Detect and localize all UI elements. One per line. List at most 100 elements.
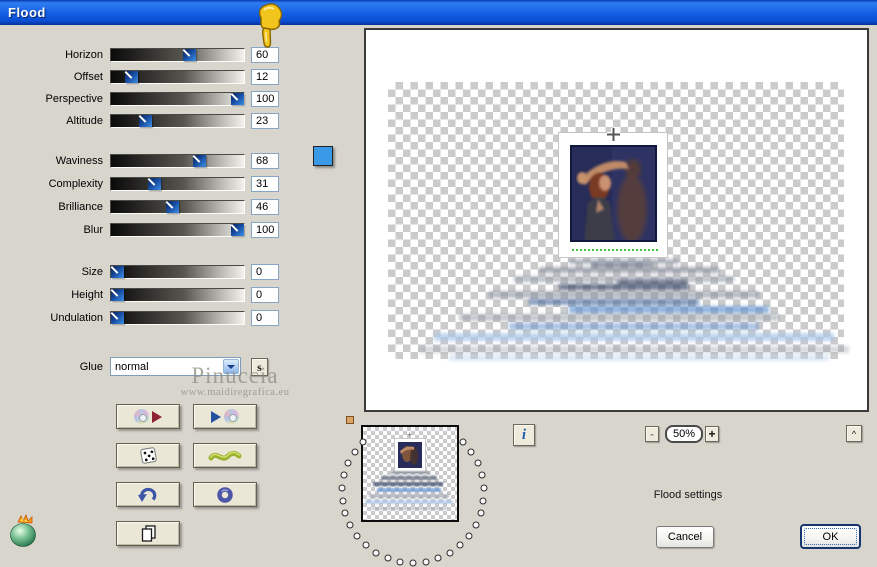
dial-dot[interactable] <box>479 497 487 505</box>
dial-dot[interactable] <box>456 541 464 549</box>
glue-label: Glue <box>79 360 103 373</box>
dial-dot[interactable] <box>446 549 454 557</box>
slider-thumb[interactable] <box>183 49 196 61</box>
slider-thumb[interactable] <box>111 288 124 301</box>
slider-value-input[interactable]: 100 <box>251 221 279 238</box>
dial-dot[interactable] <box>338 484 346 492</box>
title-bar[interactable]: Flood <box>0 0 877 25</box>
dial-dot[interactable] <box>480 484 488 492</box>
glue-dropdown[interactable]: normal <box>110 357 241 376</box>
slider-track-altitude[interactable] <box>110 114 245 128</box>
dial-dot[interactable] <box>422 558 430 566</box>
slider-row: Offset 12 <box>0 66 292 88</box>
zoom-level[interactable]: 50% <box>665 425 703 443</box>
slider-track-blur[interactable] <box>110 222 245 237</box>
window-title: Flood <box>8 5 46 20</box>
slider-row: Size 0 <box>0 260 292 283</box>
slider-thumb[interactable] <box>148 177 162 190</box>
slider-row: Complexity 31 <box>0 172 292 195</box>
slider-thumb[interactable] <box>138 115 152 127</box>
randomize-button[interactable] <box>116 443 180 468</box>
slider-track-perspective[interactable] <box>110 92 245 106</box>
slider-thumb[interactable] <box>166 200 180 213</box>
collapse-button[interactable]: ^ <box>846 425 862 442</box>
slider-label: Blur <box>83 223 103 236</box>
slider-track-undulation[interactable] <box>110 310 245 325</box>
dial-dot[interactable] <box>359 438 367 446</box>
dial-dot[interactable] <box>467 448 475 456</box>
dial-dot[interactable] <box>346 521 354 529</box>
dial-dot[interactable] <box>351 448 359 456</box>
crosshair-icon[interactable] <box>606 127 621 142</box>
dial-dot[interactable] <box>434 554 442 562</box>
slider-label: Offset <box>73 71 103 83</box>
wave-button[interactable] <box>193 443 257 468</box>
load-preset-button[interactable] <box>116 404 180 429</box>
glue-dropdown-value: normal <box>115 360 149 373</box>
slider-value-input[interactable]: 12 <box>251 69 279 85</box>
slider-thumb[interactable] <box>231 93 244 105</box>
water-reflection <box>419 259 849 361</box>
slider-track-brilliance[interactable] <box>110 199 245 214</box>
slider-row: Undulation 0 <box>0 306 292 329</box>
preview-canvas[interactable] <box>364 28 869 412</box>
dial-dot[interactable] <box>477 509 485 517</box>
slider-track-horizon[interactable] <box>110 48 245 62</box>
dial-dot[interactable] <box>339 497 347 505</box>
slider-label: Waviness <box>55 154 103 167</box>
undo-button[interactable] <box>116 482 180 507</box>
slider-value-input[interactable]: 0 <box>251 309 279 326</box>
dial-dot[interactable] <box>341 509 349 517</box>
dial-dot[interactable] <box>344 459 352 467</box>
water-color-swatch[interactable] <box>313 146 333 166</box>
dial-dot[interactable] <box>396 558 404 566</box>
dial-dot[interactable] <box>478 471 486 479</box>
ring-button[interactable] <box>193 482 257 507</box>
slider-row: Waviness 68 <box>0 149 292 172</box>
chevron-down-icon[interactable] <box>223 359 239 374</box>
slider-track-complexity[interactable] <box>110 176 245 191</box>
slider-value-input[interactable]: 100 <box>251 91 279 107</box>
slider-row: Perspective 100 <box>0 88 292 110</box>
dial-dot[interactable] <box>409 559 417 567</box>
slider-track-height[interactable] <box>110 287 245 302</box>
slider-value-input[interactable]: 31 <box>251 175 279 192</box>
slider-value-input[interactable]: 0 <box>251 286 279 303</box>
slider-thumb[interactable] <box>231 223 244 236</box>
dial-dot[interactable] <box>465 532 473 540</box>
slider-thumb[interactable] <box>125 71 139 83</box>
zoom-out-button[interactable]: - <box>645 426 659 442</box>
slider-track-waviness[interactable] <box>110 153 245 168</box>
dial-dot[interactable] <box>459 438 467 446</box>
slider-row: Horizon 60 <box>0 44 292 66</box>
copy-settings-button[interactable] <box>116 521 180 546</box>
dial-dot[interactable] <box>474 459 482 467</box>
ok-button[interactable]: OK <box>800 524 861 549</box>
info-button[interactable]: i <box>513 424 535 446</box>
slider-value-input[interactable]: 23 <box>251 113 279 129</box>
save-preset-button[interactable] <box>193 404 257 429</box>
slider-thumb[interactable] <box>111 311 124 324</box>
dial-dot[interactable] <box>472 521 480 529</box>
dial-dot[interactable] <box>384 554 392 562</box>
slider-value-input[interactable]: 68 <box>251 152 279 169</box>
dial-dot[interactable] <box>353 532 361 540</box>
slider-label: Size <box>81 265 103 278</box>
dial-dot[interactable] <box>340 471 348 479</box>
slider-group-position: Horizon 60 Offset 12 Perspective 100 Altitude 2… <box>0 44 292 132</box>
zoom-in-button[interactable]: + <box>705 426 719 442</box>
slider-track-size[interactable] <box>110 264 245 279</box>
thumbnail-preview[interactable]: + <box>361 425 459 522</box>
dial-dot[interactable] <box>362 541 370 549</box>
slider-value-input[interactable]: 46 <box>251 198 279 215</box>
photo-frame <box>558 132 668 258</box>
slider-group-water: Waviness 68 Complexity 31 Brilliance 46 Blur 10… <box>0 149 292 241</box>
cancel-button[interactable]: Cancel <box>656 526 714 548</box>
style-button[interactable]: s <box>251 357 268 376</box>
slider-value-input[interactable]: 0 <box>251 263 279 280</box>
dial-dot[interactable] <box>372 549 380 557</box>
wave-icon <box>208 450 242 461</box>
slider-thumb[interactable] <box>192 154 206 167</box>
slider-track-offset[interactable] <box>110 70 245 84</box>
slider-thumb[interactable] <box>111 265 124 278</box>
